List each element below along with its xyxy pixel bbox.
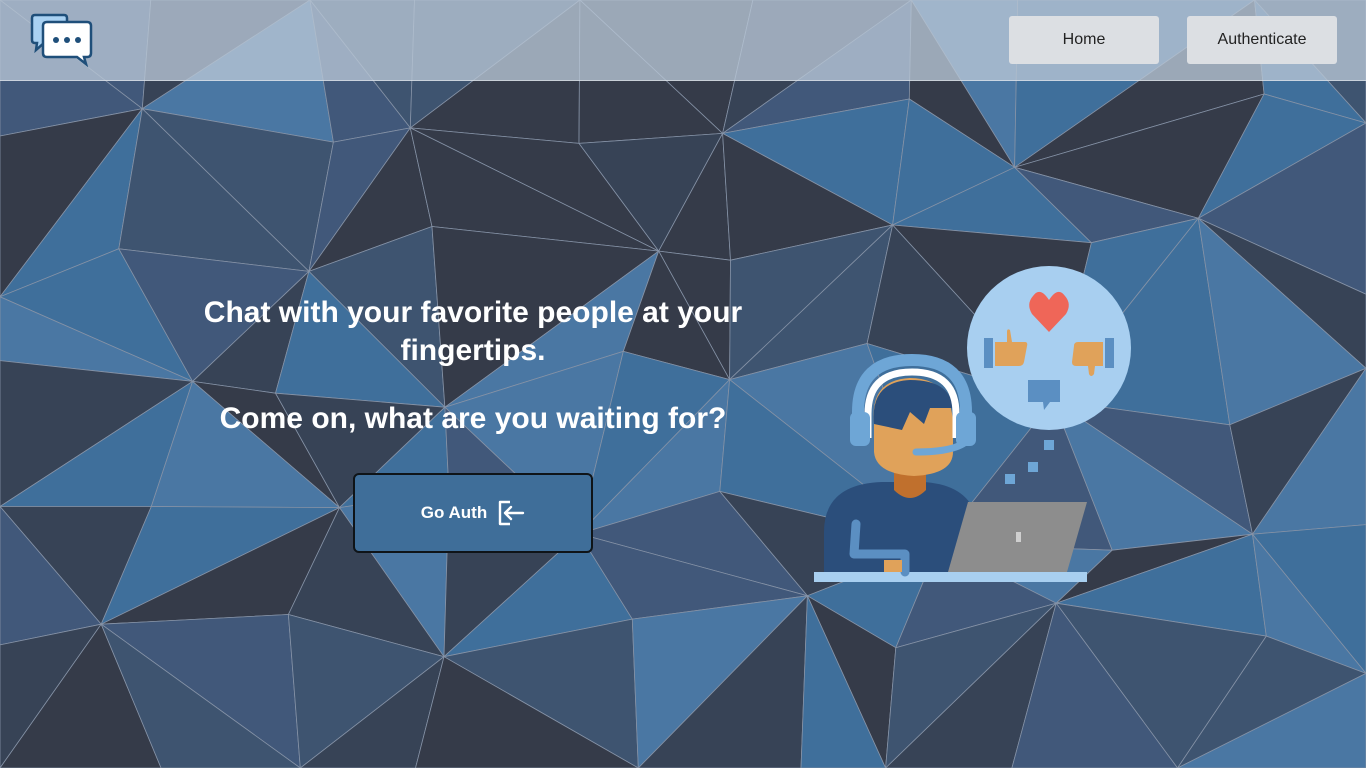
go-auth-label: Go Auth bbox=[420, 503, 488, 522]
nav-authenticate-button[interactable]: Authenticate bbox=[1187, 16, 1337, 64]
nav-home-button[interactable]: Home bbox=[1009, 16, 1159, 64]
chat-bubbles-icon[interactable] bbox=[28, 12, 94, 68]
go-auth-button[interactable]: Go Auth bbox=[353, 473, 593, 553]
navbar: Home Authenticate bbox=[0, 0, 1366, 81]
hero-subtitle: Come on, what are you waiting for? bbox=[219, 402, 727, 435]
hero-title: Chat with your favorite people at your f… bbox=[203, 296, 743, 367]
hero-section: Chat with your favorite people at your f… bbox=[160, 294, 786, 438]
support-agent-illustration bbox=[814, 266, 1131, 582]
login-arrow-icon bbox=[499, 500, 525, 526]
